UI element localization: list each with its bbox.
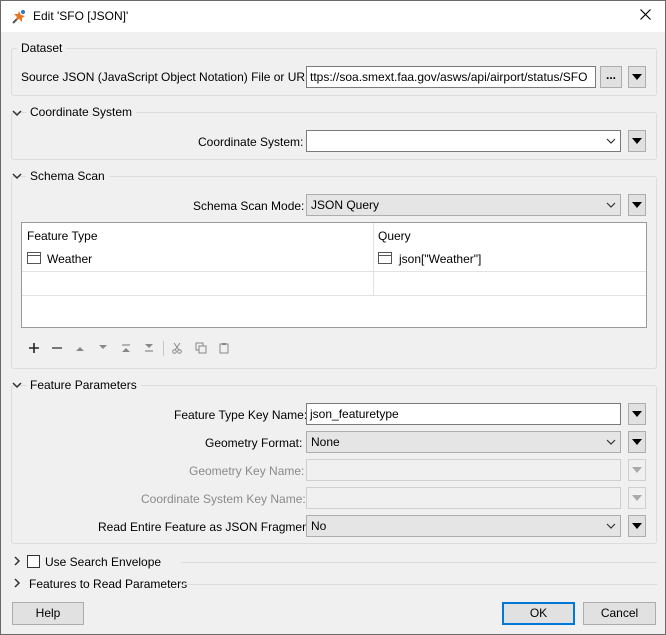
read-fragment-value: No — [311, 519, 327, 533]
geometry-format-select[interactable]: None — [306, 431, 621, 453]
dropdown-triangle-icon — [632, 138, 642, 144]
dropdown-triangle-icon — [632, 439, 642, 445]
dropdown-triangle-icon — [632, 74, 642, 80]
geometry-key-menu-button — [628, 459, 646, 481]
cancel-button[interactable]: Cancel — [583, 602, 656, 625]
feature-type-key-label: Feature Type Key Name: — [174, 408, 308, 422]
coordinate-system-group-title: Coordinate System — [26, 105, 137, 119]
fme-workbench-icon — [11, 9, 27, 25]
move-bottom-icon[interactable] — [141, 340, 157, 356]
close-icon — [639, 9, 651, 23]
table-icon — [378, 252, 392, 264]
remove-row-icon[interactable] — [49, 340, 65, 356]
read-fragment-select[interactable]: No — [306, 515, 621, 537]
schema-scan-group-title: Schema Scan — [26, 169, 109, 183]
feature-type-key-input[interactable]: json_featuretype — [306, 403, 621, 425]
coordinate-system-key-label: Coordinate System Key Name: — [141, 492, 306, 506]
edit-dialog: Edit 'SFO [JSON]' Dataset Source JSON (J… — [0, 0, 666, 635]
coordinate-system-key-menu-button — [628, 487, 646, 509]
geometry-key-input — [306, 459, 621, 481]
coordinate-system-label: Coordinate System: — [198, 135, 304, 149]
chevron-right-icon[interactable] — [11, 555, 23, 567]
move-up-icon[interactable] — [72, 340, 88, 356]
search-envelope-checkbox[interactable] — [27, 555, 40, 568]
title-bar: Edit 'SFO [JSON]' — [1, 1, 665, 32]
chevron-down-icon[interactable] — [11, 107, 23, 119]
source-menu-button[interactable] — [628, 66, 646, 88]
geometry-format-label: Geometry Format: — [205, 436, 303, 450]
feature-type-cell[interactable]: Weather — [47, 252, 92, 266]
coordinate-system-select[interactable] — [306, 130, 621, 152]
dropdown-triangle-icon — [632, 411, 642, 417]
search-envelope-label[interactable]: Use Search Envelope — [45, 555, 161, 569]
source-label: Source JSON (JavaScript Object Notation)… — [21, 70, 316, 84]
ok-button[interactable]: OK — [502, 602, 575, 625]
cut-icon[interactable] — [169, 340, 185, 356]
feature-parameters-group-title: Feature Parameters — [26, 378, 141, 392]
dropdown-triangle-icon — [632, 523, 642, 529]
geometry-key-label: Geometry Key Name: — [189, 464, 305, 478]
dropdown-triangle-icon — [632, 495, 642, 501]
chevron-down-icon — [606, 138, 616, 144]
chevron-down-icon — [606, 523, 616, 529]
chevron-down-icon — [606, 439, 616, 445]
paste-icon[interactable] — [216, 340, 232, 356]
column-header-feature-type[interactable]: Feature Type — [27, 229, 98, 243]
coordinate-system-key-input — [306, 487, 621, 509]
column-header-query[interactable]: Query — [378, 229, 411, 243]
close-button[interactable] — [631, 3, 659, 29]
move-top-icon[interactable] — [118, 340, 134, 356]
schema-scan-menu-button[interactable] — [628, 194, 646, 216]
copy-icon[interactable] — [193, 340, 209, 356]
chevron-down-icon[interactable] — [11, 170, 23, 182]
read-fragment-label: Read Entire Feature as JSON Fragment: — [98, 520, 316, 534]
section-divider — [183, 584, 657, 585]
section-divider — [181, 562, 657, 563]
dataset-group-title: Dataset — [17, 41, 67, 55]
source-url-input[interactable]: ttps://soa.smext.faa.gov/asws/api/airpor… — [306, 66, 596, 88]
dropdown-triangle-icon — [632, 202, 642, 208]
schema-scan-mode-select[interactable]: JSON Query — [306, 194, 621, 216]
geometry-format-menu-button[interactable] — [628, 431, 646, 453]
feature-type-key-menu-button[interactable] — [628, 403, 646, 425]
help-button[interactable]: Help — [12, 602, 84, 625]
browse-button[interactable]: ... — [600, 66, 622, 88]
chevron-right-icon[interactable] — [11, 577, 23, 589]
query-cell[interactable]: json["Weather"] — [399, 252, 481, 266]
dropdown-triangle-icon — [632, 467, 642, 473]
toolbar-separator — [163, 341, 164, 356]
move-down-icon[interactable] — [95, 340, 111, 356]
geometry-format-value: None — [311, 435, 340, 449]
read-fragment-menu-button[interactable] — [628, 515, 646, 537]
features-to-read-label[interactable]: Features to Read Parameters — [29, 577, 187, 591]
window-title: Edit 'SFO [JSON]' — [33, 9, 129, 23]
schema-scan-mode-value: JSON Query — [311, 198, 380, 212]
coordinate-system-menu-button[interactable] — [628, 130, 646, 152]
schema-scan-mode-label: Schema Scan Mode: — [193, 199, 305, 213]
chevron-down-icon[interactable] — [11, 379, 23, 391]
add-row-icon[interactable] — [26, 340, 42, 356]
chevron-down-icon — [606, 202, 616, 208]
feature-query-table: Feature Type Query Weather json["Weather… — [21, 222, 647, 328]
table-icon — [27, 252, 41, 264]
